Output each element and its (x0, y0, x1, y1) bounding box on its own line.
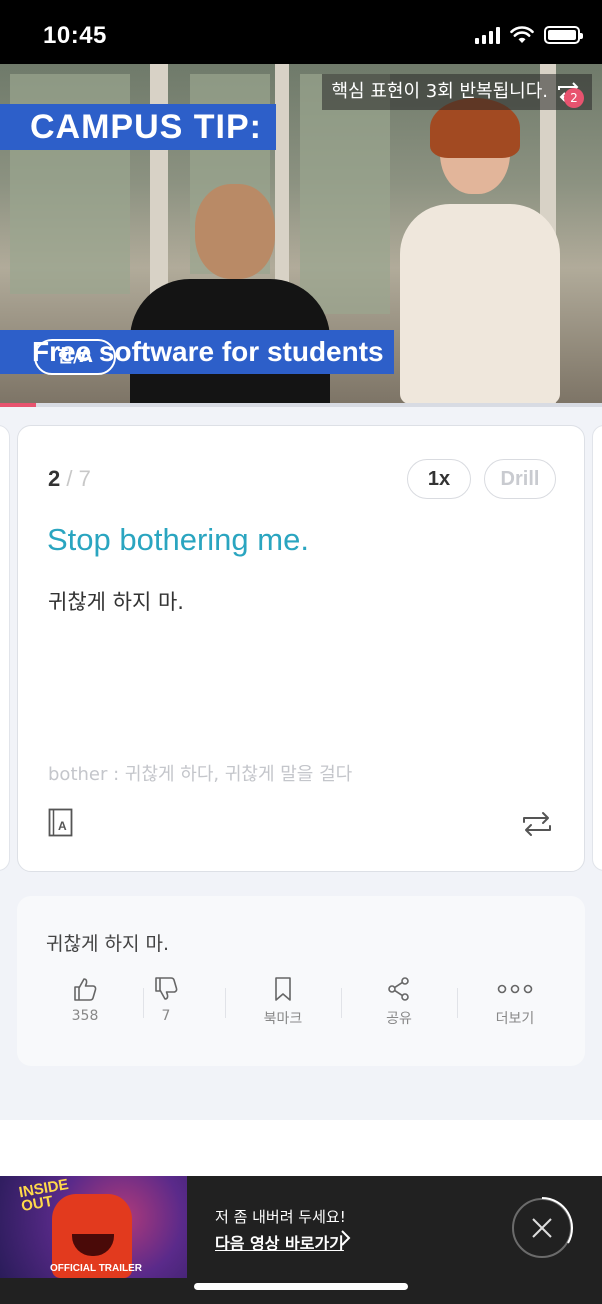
svg-text:A: A (58, 819, 67, 833)
korean-translation: 귀찮게 하지 마. (48, 590, 184, 614)
chevron-right-icon (341, 1230, 351, 1246)
subtitle-language-toggle[interactable]: 한/A (34, 339, 116, 375)
status-time: 10:45 (43, 22, 107, 49)
video-player[interactable]: CAMPUS TIP: Free software for students 핵… (0, 64, 602, 404)
card-total: / 7 (66, 466, 91, 491)
thumbnail-caption: OFFICIAL TRAILER (50, 1263, 143, 1274)
next-video-title: 저 좀 내버려 두세요! (215, 1208, 346, 1226)
english-expression: Stop bothering me. (47, 522, 309, 557)
prev-card-peek[interactable] (0, 425, 10, 871)
drill-button[interactable]: Drill (484, 459, 556, 499)
thumbs-down-icon (155, 977, 178, 1000)
more-icon (497, 984, 533, 994)
dislike-count: 7 (161, 1008, 171, 1024)
next-video-bar[interactable]: INSIDE OUT OFFICIAL TRAILER 저 좀 내버려 두세요! … (0, 1176, 602, 1304)
like-button[interactable]: 358 (45, 976, 125, 1024)
next-card-peek[interactable] (592, 425, 602, 871)
next-video-link[interactable]: 다음 영상 바로가기 (215, 1230, 344, 1254)
share-label: 공유 (386, 1011, 412, 1027)
share-button[interactable]: 공유 (359, 976, 439, 1028)
countdown-ring-icon (541, 1197, 573, 1244)
action-divider (341, 988, 342, 1018)
bookmark-button[interactable]: 북마크 (243, 976, 323, 1028)
thumbs-up-icon (74, 978, 97, 1001)
battery-icon (544, 26, 583, 44)
card-current: 2 (48, 466, 61, 491)
reaction-text: 귀찮게 하지 마. (46, 933, 169, 955)
speed-button[interactable]: 1x (407, 459, 471, 499)
video-person-right (390, 98, 570, 404)
expression-card: 2 / 7 1x Drill Stop bothering me. 귀찮게 하지… (17, 425, 585, 872)
action-bar: 358 7 북마크 공유 더보기 (45, 976, 565, 1036)
action-divider (225, 988, 226, 1018)
repeat-count-badge: 2 (564, 88, 584, 108)
dictionary-icon[interactable]: A (48, 808, 76, 838)
spacer (0, 1120, 602, 1176)
wifi-icon (510, 26, 534, 43)
dislike-button[interactable]: 7 (143, 976, 189, 1024)
next-video-thumbnail[interactable]: INSIDE OUT OFFICIAL TRAILER (0, 1176, 187, 1278)
home-indicator (194, 1283, 408, 1290)
share-icon (388, 977, 409, 1001)
repeat-tip: 핵심 표현이 3회 반복됩니다. 2 (321, 74, 592, 110)
bookmark-label: 북마크 (263, 1011, 303, 1027)
like-count: 358 (71, 1008, 99, 1024)
repeat-expression-icon[interactable] (521, 810, 553, 838)
card-counter: 2 / 7 (48, 466, 91, 492)
bookmark-icon (275, 977, 291, 1001)
action-divider (457, 988, 458, 1018)
signal-icon (475, 26, 500, 44)
more-button[interactable]: 더보기 (475, 976, 555, 1028)
status-icons (475, 26, 583, 44)
vocabulary-note: bother : 귀찮게 하다, 귀찮게 말을 걸다 (48, 764, 353, 785)
status-bar: 10:45 (0, 0, 602, 64)
reaction-card: 귀찮게 하지 마. 358 7 북마크 공유 더보기 (17, 896, 585, 1066)
video-banner-campus-tip: CAMPUS TIP: (0, 104, 276, 150)
more-label: 더보기 (495, 1011, 535, 1027)
repeat-tip-text: 핵심 표현이 3회 반복됩니다. (331, 81, 549, 102)
